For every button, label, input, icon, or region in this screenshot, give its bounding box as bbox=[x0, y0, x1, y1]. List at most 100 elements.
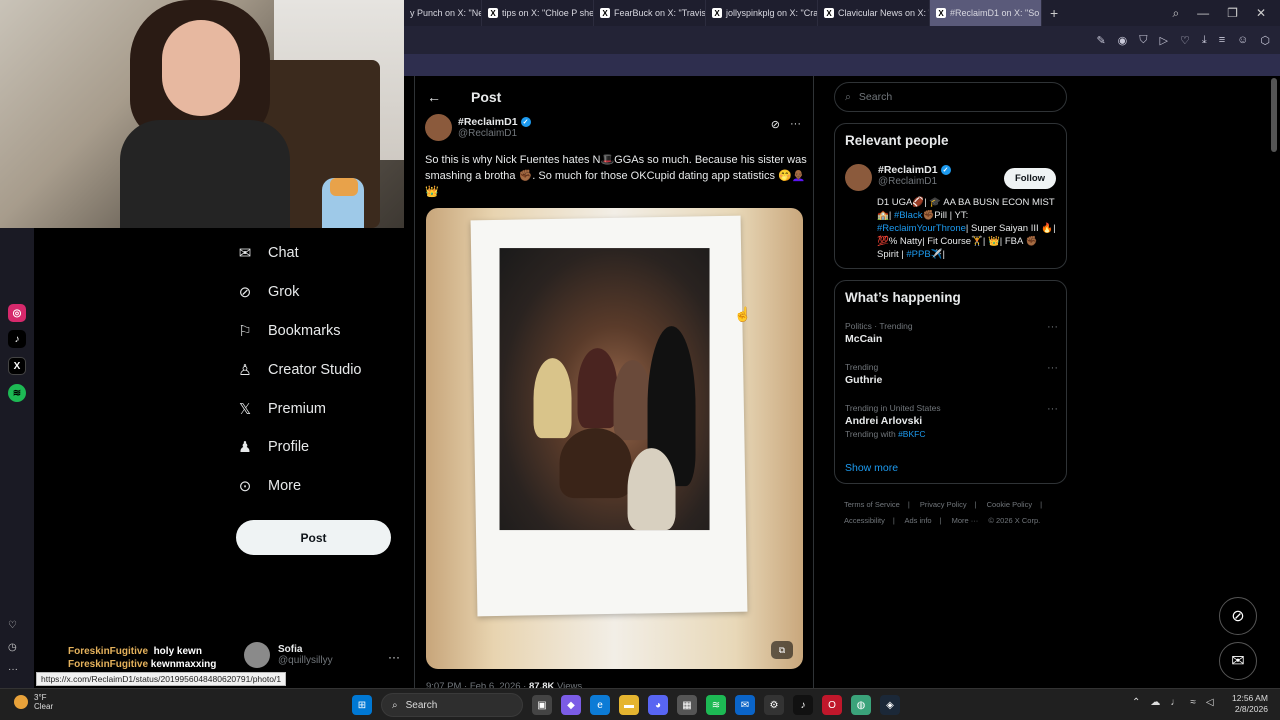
wifi-icon[interactable]: ≈ bbox=[1190, 697, 1196, 708]
messages-fab-button[interactable]: ✉ bbox=[1219, 642, 1257, 680]
account-switcher[interactable]: Sofia @quillysillyy bbox=[244, 642, 333, 668]
camera-icon[interactable]: ◉ bbox=[1118, 34, 1128, 47]
app-icon[interactable]: ◍ bbox=[851, 695, 871, 715]
post-photo[interactable]: ⧉ bbox=[426, 208, 803, 669]
person-name[interactable]: #ReclaimD1 bbox=[878, 164, 938, 176]
grok-icon[interactable]: ⊘ bbox=[771, 118, 780, 131]
footer-link[interactable]: Accessibility bbox=[844, 516, 885, 525]
footer-link[interactable]: Privacy Policy bbox=[920, 500, 967, 509]
nav-item-creator-studio[interactable]: ♙ Creator Studio bbox=[236, 350, 406, 389]
more-icon[interactable]: ··· bbox=[8, 664, 18, 675]
more-options-icon[interactable]: ··· bbox=[1047, 403, 1058, 415]
cloud-icon[interactable]: ☁ bbox=[1150, 697, 1160, 708]
steam-icon[interactable]: ◈ bbox=[880, 695, 900, 715]
hashtag-link[interactable]: #PPB bbox=[906, 249, 930, 260]
heart-icon[interactable]: ♡ bbox=[8, 620, 17, 631]
opera-icon[interactable]: O bbox=[822, 695, 842, 715]
x-sidebar-nav: ✉ Chat ⊘ Grok ⚐ Bookmarks ♙ Creator Studio 𝕏… bbox=[236, 234, 406, 506]
compose-post-button[interactable]: Post bbox=[236, 520, 391, 555]
tab-active[interactable]: X#ReclaimD1 on X: "So this× bbox=[930, 0, 1042, 26]
show-more-link[interactable]: Show more bbox=[845, 462, 898, 474]
avatar[interactable] bbox=[425, 114, 452, 141]
trend-item[interactable]: Trending in United States Andrei Arlovsk… bbox=[845, 403, 1058, 439]
relevant-person[interactable]: #ReclaimD1 ✓ @ReclaimD1 bbox=[845, 164, 951, 191]
tab[interactable]: y Punch on X: "New bbox=[404, 0, 482, 26]
more-options-icon[interactable]: ··· bbox=[1047, 362, 1058, 374]
download-icon[interactable]: ⤓ bbox=[1202, 34, 1207, 47]
extension-icon[interactable]: ⬡ bbox=[1260, 34, 1270, 47]
clock-icon[interactable]: ◷ bbox=[8, 642, 17, 653]
tab[interactable]: XFearBuck on X: "Travis Sc bbox=[594, 0, 706, 26]
edge-icon[interactable]: e bbox=[590, 695, 610, 715]
back-arrow-icon[interactable]: ← bbox=[427, 89, 441, 105]
discord-icon[interactable]: ◕ bbox=[648, 695, 668, 715]
shield-icon[interactable]: ⛉ bbox=[1139, 34, 1147, 47]
taskbar-search[interactable]: ⌕ Search bbox=[381, 693, 523, 717]
person-handle[interactable]: @ReclaimD1 bbox=[878, 176, 951, 187]
person-bio: D1 UGA🏈| 🎓 AA BA BUSN ECON MIST🏫| #Black… bbox=[877, 197, 1056, 260]
search-tabs-icon[interactable]: ⌕ bbox=[1172, 6, 1179, 21]
x-logo-icon[interactable]: X bbox=[8, 357, 26, 375]
tab[interactable]: Xjollyspinkplg on X: "Crash bbox=[706, 0, 818, 26]
clock[interactable]: 12:56 AM 2/8/2026 bbox=[1232, 693, 1268, 715]
heart-icon[interactable]: ♡ bbox=[1180, 34, 1190, 47]
footer-link[interactable]: More ··· bbox=[952, 516, 979, 525]
nav-item-profile[interactable]: ♟ Profile bbox=[236, 428, 406, 467]
start-icon[interactable]: ⊞ bbox=[352, 695, 372, 715]
tab[interactable]: Xtips on X: "Chloe P she's li bbox=[482, 0, 594, 26]
tiktok-icon[interactable]: ♪ bbox=[793, 695, 813, 715]
trend-item[interactable]: Trending Guthrie ··· bbox=[845, 362, 1058, 386]
edit-icon[interactable]: ✎ bbox=[1096, 34, 1105, 47]
card-title: Relevant people bbox=[845, 133, 949, 148]
store-icon[interactable]: ▦ bbox=[677, 695, 697, 715]
nav-item-more[interactable]: ⊙ More bbox=[236, 467, 406, 506]
task-view-icon[interactable]: ▣ bbox=[532, 695, 552, 715]
new-tab-button[interactable]: + bbox=[1042, 5, 1066, 21]
copilot-icon[interactable]: ◆ bbox=[561, 695, 581, 715]
more-options-icon[interactable]: ··· bbox=[1047, 321, 1058, 333]
hashtag-link[interactable]: #ReclaimYourThrone bbox=[877, 223, 966, 234]
nav-item-chat[interactable]: ✉ Chat bbox=[236, 234, 406, 273]
follow-button[interactable]: Follow bbox=[1004, 168, 1056, 189]
weather-widget[interactable]: 3°F Clear bbox=[14, 693, 53, 711]
mic-icon[interactable]: ♩ bbox=[1170, 697, 1180, 708]
instagram-icon[interactable]: ◎ bbox=[8, 304, 26, 322]
search-input[interactable]: ⌕ Search bbox=[834, 82, 1067, 112]
search-icon: ⌕ bbox=[845, 90, 851, 103]
profile-icon[interactable]: ☺ bbox=[1237, 34, 1248, 46]
trend-item[interactable]: Politics · Trending McCain ··· bbox=[845, 321, 1058, 345]
mail-icon[interactable]: ✉ bbox=[735, 695, 755, 715]
hashtag-link[interactable]: #Black bbox=[894, 210, 923, 221]
maximize-icon[interactable]: ❐ bbox=[1227, 6, 1238, 21]
minimize-icon[interactable]: — bbox=[1197, 6, 1209, 21]
author-name[interactable]: #ReclaimD1 bbox=[458, 116, 518, 128]
author-handle[interactable]: @ReclaimD1 bbox=[458, 128, 531, 139]
settings-icon[interactable]: ⚙ bbox=[764, 695, 784, 715]
nav-item-bookmarks[interactable]: ⚐ Bookmarks bbox=[236, 312, 406, 351]
volume-icon[interactable]: ◁ bbox=[1206, 697, 1214, 708]
relevant-people-card: Relevant people #ReclaimD1 ✓ @ReclaimD1 F… bbox=[834, 123, 1067, 269]
spotify-icon[interactable]: ≋ bbox=[8, 384, 26, 402]
play-icon[interactable]: ▷ bbox=[1160, 34, 1168, 47]
footer-link[interactable]: Ads info bbox=[904, 516, 931, 525]
folder-icon[interactable]: ▬ bbox=[619, 695, 639, 715]
footer-link[interactable]: Terms of Service bbox=[844, 500, 900, 509]
chevron-up-icon[interactable]: ⌃ bbox=[1132, 697, 1140, 708]
grok-fab-button[interactable]: ⊘ bbox=[1219, 597, 1257, 635]
account-more-icon[interactable]: ··· bbox=[388, 650, 400, 664]
footer-link[interactable]: Cookie Policy bbox=[987, 500, 1032, 509]
nav-item-premium[interactable]: 𝕏 Premium bbox=[236, 389, 406, 428]
menu-icon[interactable]: ≡ bbox=[1219, 34, 1225, 46]
nav-item-grok[interactable]: ⊘ Grok bbox=[236, 273, 406, 312]
tab[interactable]: XClavicular News on X: "Cl bbox=[818, 0, 930, 26]
scrollbar[interactable] bbox=[1271, 78, 1277, 152]
close-window-icon[interactable]: ✕ bbox=[1256, 6, 1266, 21]
tiktok-icon[interactable]: ♪ bbox=[8, 330, 26, 348]
spotify-icon[interactable]: ≋ bbox=[706, 695, 726, 715]
hashtag-link[interactable]: #BKFC bbox=[898, 429, 925, 439]
more-options-icon[interactable]: ··· bbox=[790, 118, 801, 131]
card-title: What’s happening bbox=[845, 290, 961, 305]
photo-edit-icon[interactable]: ⧉ bbox=[771, 641, 793, 659]
post-author[interactable]: #ReclaimD1 ✓ @ReclaimD1 bbox=[425, 114, 531, 141]
avatar[interactable] bbox=[845, 164, 872, 191]
